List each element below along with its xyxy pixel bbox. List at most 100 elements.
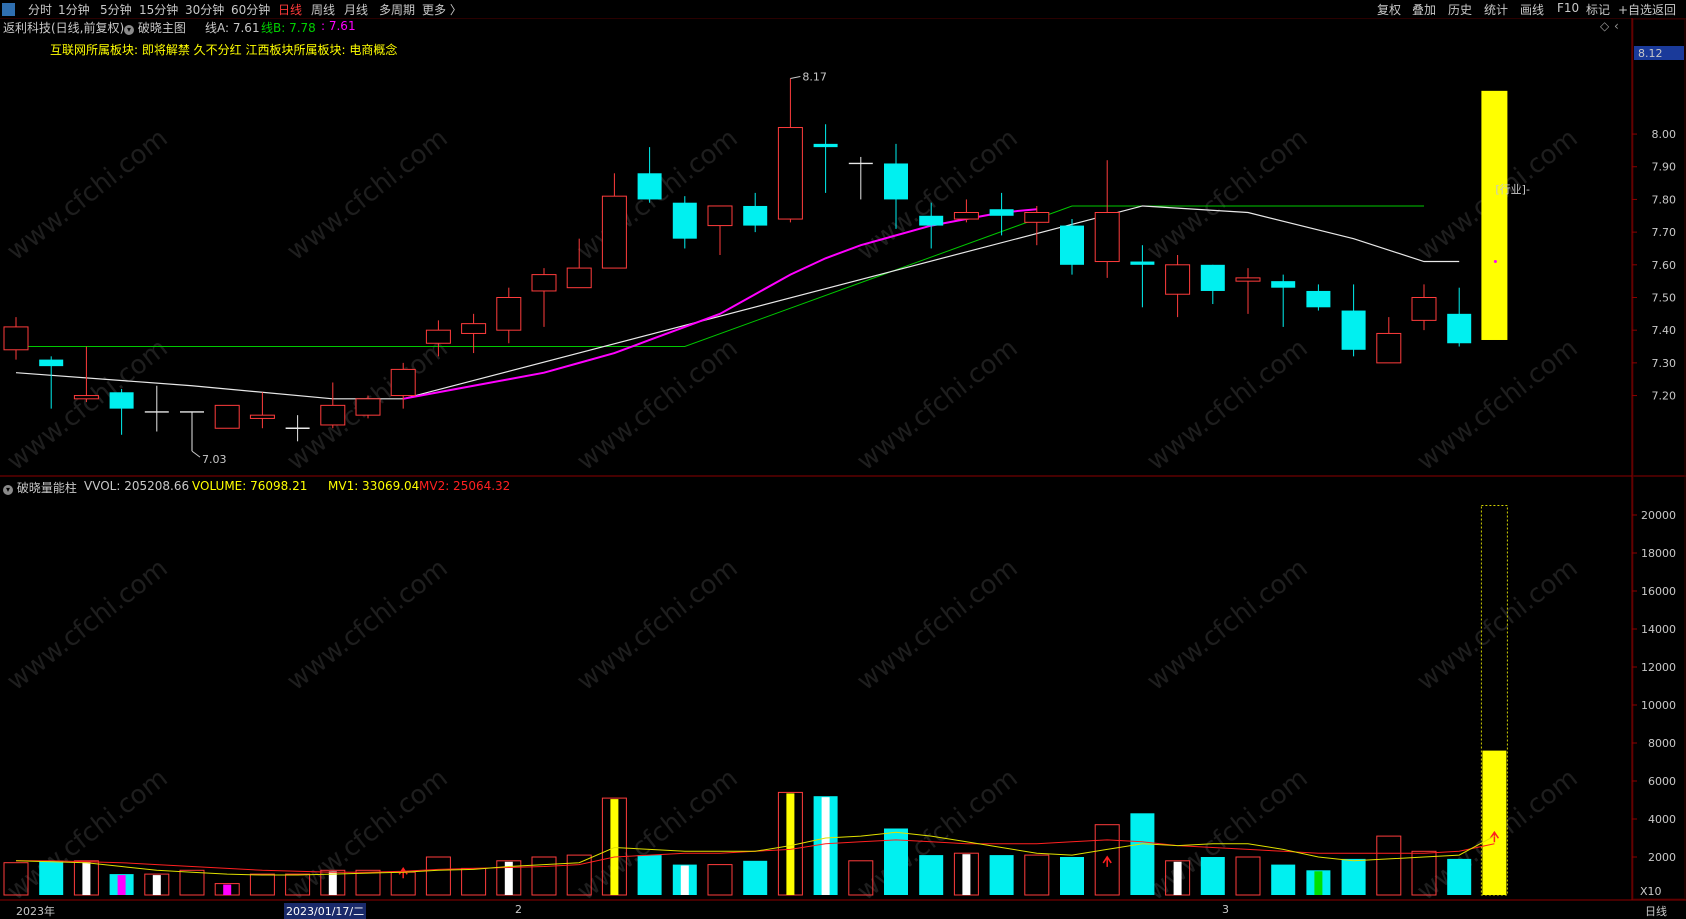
volume-tick-label: 12000 [1641,661,1676,674]
volume-highlight-bar [680,865,689,895]
candle-body [1060,225,1084,265]
volume-bar [1376,835,1402,896]
volume-arrow-icon [398,866,408,879]
highlight-bar [1481,90,1508,340]
volume-bar [848,860,874,896]
volume-bar [1341,858,1366,895]
date-label-month-3: 3 [1222,903,1229,916]
candle-body [39,359,64,367]
high-marker-line [790,76,801,79]
price-tick-label: 7.50 [1652,291,1677,304]
volume-tick-label: 20000 [1641,509,1676,522]
candle-body [989,209,1014,216]
price-tick-label: 8.00 [1652,128,1677,141]
volume-bar [1482,750,1507,895]
current-price-label: 8.12 [1638,47,1663,60]
price-tick-label: 7.70 [1652,226,1677,239]
candle-body [496,296,522,331]
candle-body [743,205,768,226]
volume-value: VOLUME: 76098.21 [192,479,308,493]
volume-tick-label: 2000 [1648,851,1676,864]
volume-bar [531,856,557,896]
candle-body [249,414,275,419]
volume-unit-label: X10 [1640,885,1662,898]
high-marker-label: 8.17 [802,70,827,83]
volume-bar [919,855,944,895]
chevron-down-icon[interactable]: ▾ [3,485,13,495]
volume-highlight-bar [117,875,126,895]
candle-body [1235,277,1261,282]
volume-highlight-bar [962,854,971,895]
candle-body [214,404,240,429]
price-tick-label: 7.30 [1652,357,1677,370]
volume-bar [707,864,733,896]
volume-indicator-name: 破晓量能柱 [16,481,77,495]
date-label-month-2: 2 [515,903,522,916]
volume-bar [566,854,592,896]
volume-bar [637,855,662,895]
kline-chart[interactable]: 8.00 7.90 7.80 7.70 7.60 7.50 7.40 7.30 7.20 8.12… [0,0,1686,919]
volume-arrow-icon [1102,855,1112,867]
volume-bar [355,869,381,896]
volume-bar [1130,813,1155,895]
period-indicator: 日线 [1645,905,1667,918]
price-tick-label: 7.80 [1652,193,1677,206]
price-tick-label: 7.20 [1652,390,1677,403]
volume-highlight-bar [1173,861,1182,895]
price-tick-label: 7.90 [1652,161,1677,174]
candle-body [390,368,416,397]
candle-body [1341,310,1366,350]
volume-tick-label: 6000 [1648,775,1676,788]
volume-highlight-bar [223,884,232,895]
volume-bar [743,860,768,895]
white-line-series [15,205,1460,400]
candle-body [1165,264,1191,295]
volume-bar [3,862,29,896]
mv2-value: MV2: 25064.32 [419,479,511,493]
low-marker-line [191,450,201,458]
candle-body [531,274,557,292]
volume-bar [1235,856,1261,896]
volume-bar [1271,864,1296,895]
candle-body [953,212,979,220]
volume-bar [1024,854,1050,896]
volume-tick-label: 16000 [1641,585,1676,598]
candle-body [3,326,29,351]
volume-tick-label: 10000 [1641,699,1676,712]
candle-body [1024,212,1050,223]
candle-body [1306,290,1331,308]
candle-body [601,195,627,269]
candle-body [320,404,346,426]
candle-body [566,267,592,289]
candle-body [637,173,662,200]
volume-bar [1447,858,1472,895]
candle-body [884,163,908,200]
low-marker-label: 7.03 [202,453,227,466]
candle-body [672,202,697,239]
volume-highlight-bar [1314,871,1323,895]
volume-tick-label: 14000 [1641,623,1676,636]
candle-body [777,127,803,220]
volume-tick-label: 8000 [1648,737,1676,750]
candle-body [1094,212,1120,263]
candle-body [1411,296,1437,321]
date-cursor-label: 2023/01/17/二 [284,903,367,919]
volume-bar [1060,857,1084,895]
volume-bar [39,860,64,895]
mv1-value: MV1: 33069.04 [328,479,420,493]
candle-body [109,392,134,409]
axis-frame [1632,18,1686,900]
candle-body [1271,281,1296,288]
candle-body [707,205,733,227]
volume-bar [285,873,311,896]
candle-body [1376,332,1402,364]
date-label-year: 2023年 [16,905,55,918]
candle-body [813,143,838,148]
volume-bar [461,867,487,896]
volume-indicator-toggle[interactable]: ▾ 破晓量能柱 [3,479,77,496]
candle-body [461,323,487,334]
volume-bar [884,828,908,895]
candle-body [1130,261,1155,265]
volume-highlight-bar [786,793,795,895]
industry-label: [行业]- [1495,183,1530,196]
